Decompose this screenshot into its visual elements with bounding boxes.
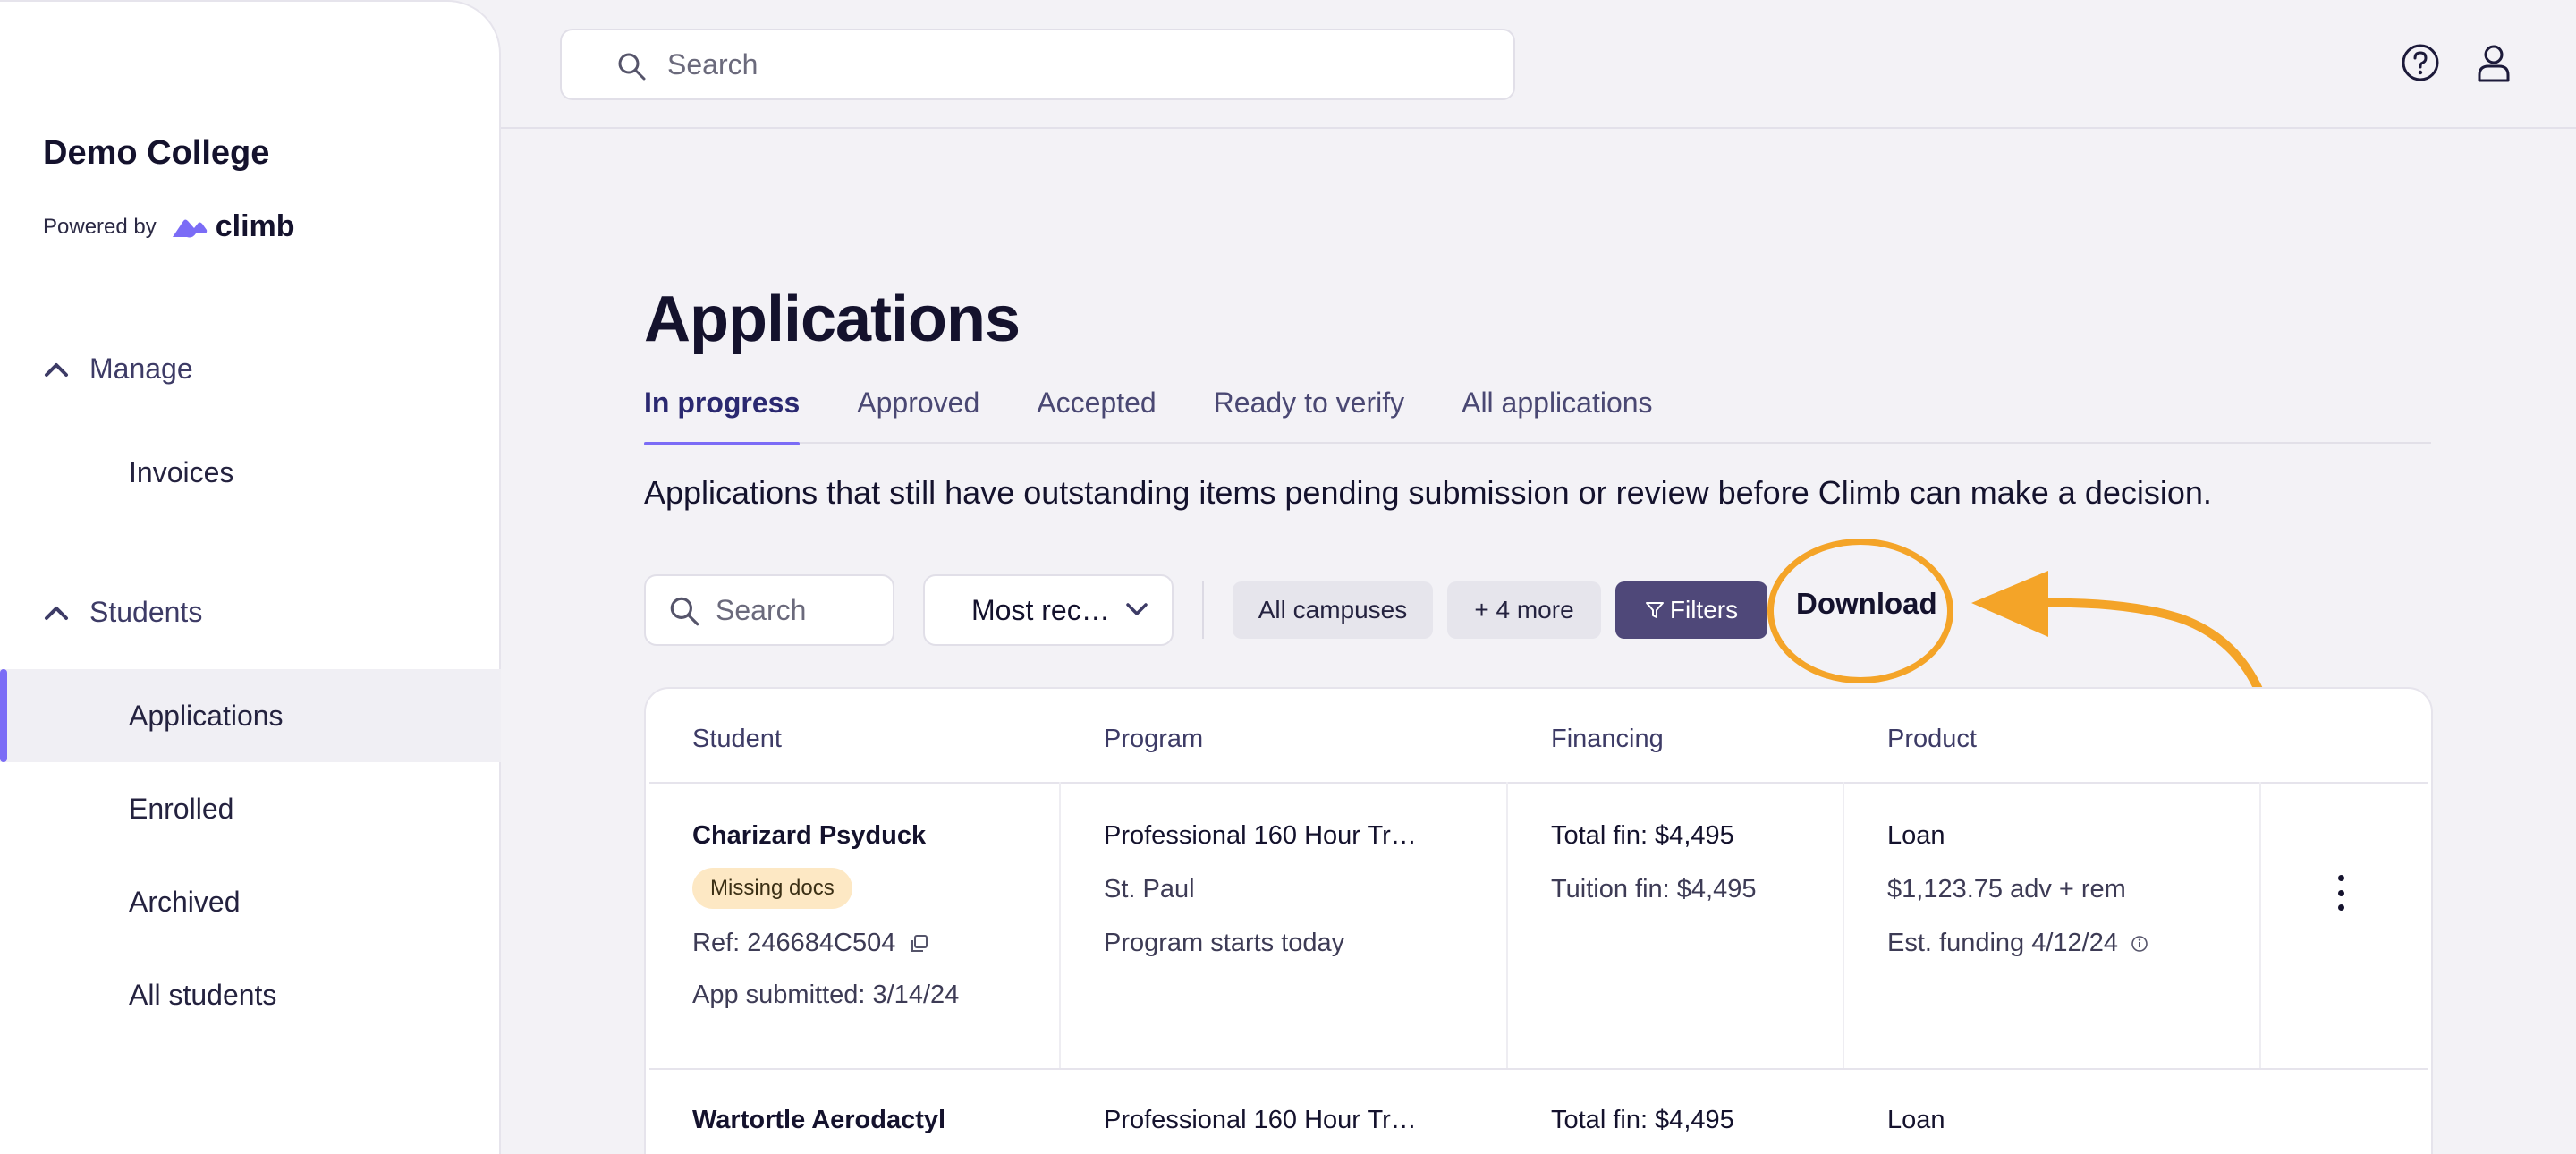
kebab-dot [2337,875,2344,881]
est-funding-text: Est. funding 4/12/24 [1887,929,2118,957]
kebab-dot [2337,904,2344,911]
tuition-financing: Tuition fin: $4,495 [1551,875,1757,904]
reference-text: Ref: 246684C504 [692,929,896,957]
student-name[interactable]: Wartortle Aerodactyl [692,1106,945,1135]
sidebar-item-archived[interactable]: Archived [0,855,501,948]
climb-mountain-icon [172,219,207,237]
nav-group-manage[interactable]: Manage [43,352,193,386]
app-root: Demo College Powered by climb Manage Inv… [0,0,2576,1154]
sidebar-item-applications[interactable]: Applications [0,669,501,762]
tab-description: Applications that still have outstanding… [644,474,2212,511]
column-divider [1843,782,1844,1068]
column-header-student: Student [692,725,782,753]
filter-icon [1645,602,1664,618]
download-button[interactable]: Download [1796,587,1937,621]
status-tabs: In progress Approved Accepted Ready to v… [644,386,2431,445]
table-toolbar: Most rec… All campuses + 4 more Filters … [644,539,2433,715]
top-bar [501,0,2576,129]
total-financing: Total fin: $4,495 [1551,1106,1734,1134]
product-type: Loan [1887,821,1945,850]
sidebar-item-enrolled[interactable]: Enrolled [0,762,501,855]
org-name: Demo College [43,134,270,172]
row-actions-menu[interactable] [2327,866,2354,920]
sidebar-item-invoices[interactable]: Invoices [0,426,501,519]
nav-group-students[interactable]: Students [43,596,202,629]
page-title: Applications [644,284,1021,355]
column-divider [2259,782,2261,1068]
nav-group-label: Manage [89,352,193,385]
help-icon[interactable] [2399,41,2442,84]
campus: St. Paul [1104,875,1195,904]
header-divider [649,782,2428,784]
product-type: Loan [1887,1106,1945,1134]
powered-by-label: Powered by [43,214,157,239]
filters-label: Filters [1669,596,1739,624]
search-icon [670,597,699,626]
sort-select-value: Most rec… [971,593,1110,626]
applications-table: Student Program Financing Product Chariz… [644,687,2433,1154]
tab-ready-to-verify[interactable]: Ready to verify [1214,386,1404,444]
sidebar-item-all-students[interactable]: All students [0,948,501,1041]
campus-filter-chip[interactable]: All campuses [1233,581,1433,639]
table-search[interactable] [644,574,894,646]
chevron-down-icon [1126,603,1148,615]
product-amount: $1,123.75 adv + rem [1887,875,2126,904]
global-search[interactable] [560,29,1515,100]
toolbar-divider [1202,581,1204,639]
user-icon[interactable] [2472,41,2515,84]
tab-accepted[interactable]: Accepted [1037,386,1156,444]
column-divider [1506,782,1508,1068]
tab-all-applications[interactable]: All applications [1462,386,1652,444]
climb-logo: climb [169,209,295,244]
student-name[interactable]: Charizard Psyduck [692,821,926,851]
table-search-input[interactable] [716,594,877,627]
row-divider [649,1068,2428,1070]
info-icon[interactable] [2131,935,2148,953]
program-name: Professional 160 Hour Tr… [1104,821,1417,850]
column-header-product: Product [1887,725,1977,753]
program-status: Program starts today [1104,929,1345,957]
submitted-date: App submitted: 3/14/24 [692,980,960,1009]
est-funding: Est. funding 4/12/24 [1887,929,2148,958]
tab-approved[interactable]: Approved [857,386,979,444]
search-icon [618,53,646,81]
powered-by: Powered by climb [43,209,295,244]
tab-in-progress[interactable]: In progress [644,386,801,445]
sort-select[interactable]: Most rec… [923,574,1174,646]
program-name: Professional 160 Hour Tr… [1104,1106,1417,1134]
chevron-up-icon [45,362,68,377]
nav-group-label: Students [89,596,203,628]
chevron-up-icon [45,606,68,620]
copy-icon[interactable] [910,934,929,954]
sidebar: Demo College Powered by climb Manage Inv… [0,0,501,1154]
global-search-input[interactable] [667,47,1472,81]
column-header-financing: Financing [1551,725,1664,753]
filters-button[interactable]: Filters [1615,581,1767,639]
reference: Ref: 246684C504 [692,929,929,958]
status-badge: Missing docs [692,868,852,909]
climb-wordmark: climb [215,209,295,243]
kebab-dot [2337,889,2344,896]
column-divider [1059,782,1061,1068]
column-header-program: Program [1104,725,1204,753]
more-filters-chip[interactable]: + 4 more [1447,581,1601,639]
total-financing: Total fin: $4,495 [1551,821,1734,850]
